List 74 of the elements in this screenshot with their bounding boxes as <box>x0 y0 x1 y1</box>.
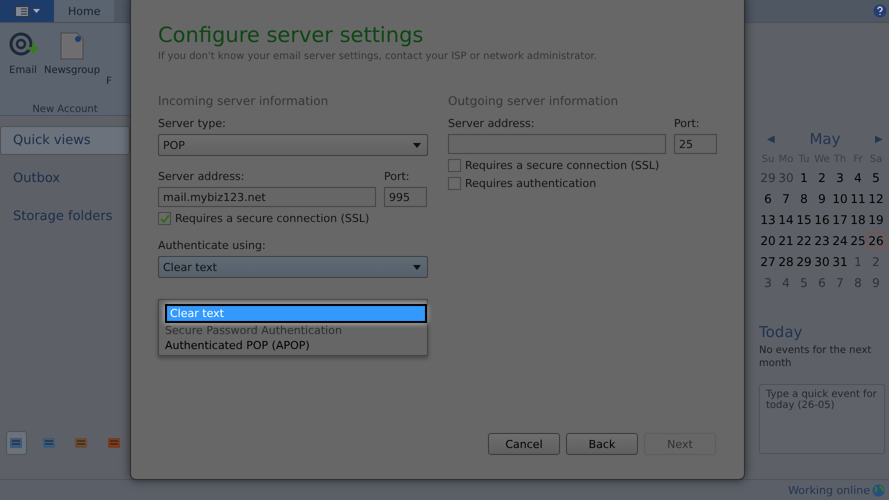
calendar-day[interactable]: 27 <box>759 253 777 270</box>
globe-icon <box>872 484 885 496</box>
ssl-checkbox[interactable]: Requires a secure connection (SSL) <box>158 212 428 225</box>
field-label: Authenticate using: <box>158 239 267 252</box>
calendar-day[interactable]: 6 <box>759 190 777 207</box>
calendar-day[interactable]: 3 <box>831 169 849 186</box>
calendar-day[interactable]: 15 <box>795 211 813 228</box>
field-label: Server type: <box>158 117 227 130</box>
calendar-day[interactable]: 2 <box>813 169 831 186</box>
calendar-day[interactable]: 30 <box>813 253 831 270</box>
calendar-day[interactable]: 13 <box>759 211 777 228</box>
checkmark-icon <box>160 214 170 223</box>
app-menu-button[interactable] <box>0 0 54 22</box>
server-address-field[interactable] <box>448 134 666 154</box>
field-label: Server address: <box>158 170 246 183</box>
status-text: Working online <box>788 484 870 496</box>
document-pin-icon <box>59 31 86 61</box>
server-type-dropdown[interactable]: POP <box>158 134 428 156</box>
calendar-day[interactable]: 18 <box>849 211 867 228</box>
help-icon[interactable] <box>873 4 887 18</box>
dropdown-option[interactable]: Authenticated POP (APOP) <box>162 338 427 353</box>
calendar-day[interactable]: 20 <box>759 232 777 249</box>
calendar-day[interactable]: 11 <box>849 190 867 207</box>
port-field[interactable]: 995 <box>384 187 427 207</box>
today-heading: Today <box>759 323 804 341</box>
calendar-day[interactable]: 23 <box>813 232 831 249</box>
dropdown-caret-icon <box>413 142 421 148</box>
calendar-day[interactable]: 29 <box>795 253 813 270</box>
nav-switch-tile[interactable] <box>6 431 26 455</box>
field-label: Server address: <box>448 117 536 130</box>
dropdown-caret-icon <box>413 264 421 270</box>
server-address-field[interactable]: mail.mybiz123.net <box>158 187 376 207</box>
calendar-day[interactable]: 1 <box>795 169 813 186</box>
quick-event-field[interactable]: Type a quick event for today (26-05) <box>759 384 885 454</box>
calendar-day[interactable]: 22 <box>795 232 813 249</box>
port-field[interactable]: 25 <box>674 134 717 154</box>
field-label: Port: <box>384 170 411 183</box>
calendar-day[interactable]: 21 <box>777 232 795 249</box>
ribbon-button[interactable]: Newsgroup <box>44 31 100 90</box>
calendar-day[interactable]: 31 <box>831 253 849 270</box>
dialog-button[interactable]: Back <box>566 433 638 455</box>
calendar-day[interactable]: 26 <box>867 232 885 249</box>
menu-icon <box>14 6 28 16</box>
calendar-day[interactable]: 16 <box>813 211 831 228</box>
option-checkbox[interactable]: Requires authentication <box>448 177 713 190</box>
previous-month-button[interactable]: ◀ <box>767 133 775 145</box>
ribbon-button[interactable]: Email <box>8 31 38 90</box>
calendar-month: May <box>809 130 840 148</box>
ribbon-button-partial[interactable]: F <box>106 31 112 90</box>
calendar-day[interactable]: 9 <box>813 190 831 207</box>
field-label: Port: <box>674 117 701 130</box>
events-note: No events for the next month <box>759 345 872 370</box>
option-checkbox[interactable]: Requires a secure connection (SSL) <box>448 159 713 172</box>
calendar-day[interactable]: 4 <box>849 169 867 186</box>
calendar-day[interactable]: 10 <box>831 190 849 207</box>
dropdown-option[interactable]: Clear text <box>165 304 427 323</box>
calendar-day[interactable]: 28 <box>777 253 795 270</box>
calendar-day[interactable]: 14 <box>777 211 795 228</box>
calendar-day[interactable]: 7 <box>777 190 795 207</box>
nav-item[interactable]: Quick views <box>0 126 130 155</box>
calendar-day[interactable]: 25 <box>849 232 867 249</box>
authentication-dropdown[interactable]: Clear text <box>158 256 428 278</box>
caret-icon <box>32 9 40 13</box>
next-month-button[interactable]: ▶ <box>874 133 883 145</box>
calendar-day[interactable]: 24 <box>831 232 849 249</box>
ribbon-group-label: New Account <box>31 103 99 115</box>
calendar-day[interactable]: 5 <box>867 169 885 186</box>
ribbon-tab[interactable]: Home <box>54 0 114 22</box>
calendar-day[interactable]: 8 <box>795 190 813 207</box>
calendar-day[interactable]: 19 <box>867 211 885 228</box>
calendar-day[interactable]: 12 <box>867 190 885 207</box>
dialog-button[interactable]: Cancel <box>488 433 560 455</box>
dialog-title: Configure server settings <box>158 23 424 47</box>
calendar-day[interactable]: 17 <box>831 211 849 228</box>
